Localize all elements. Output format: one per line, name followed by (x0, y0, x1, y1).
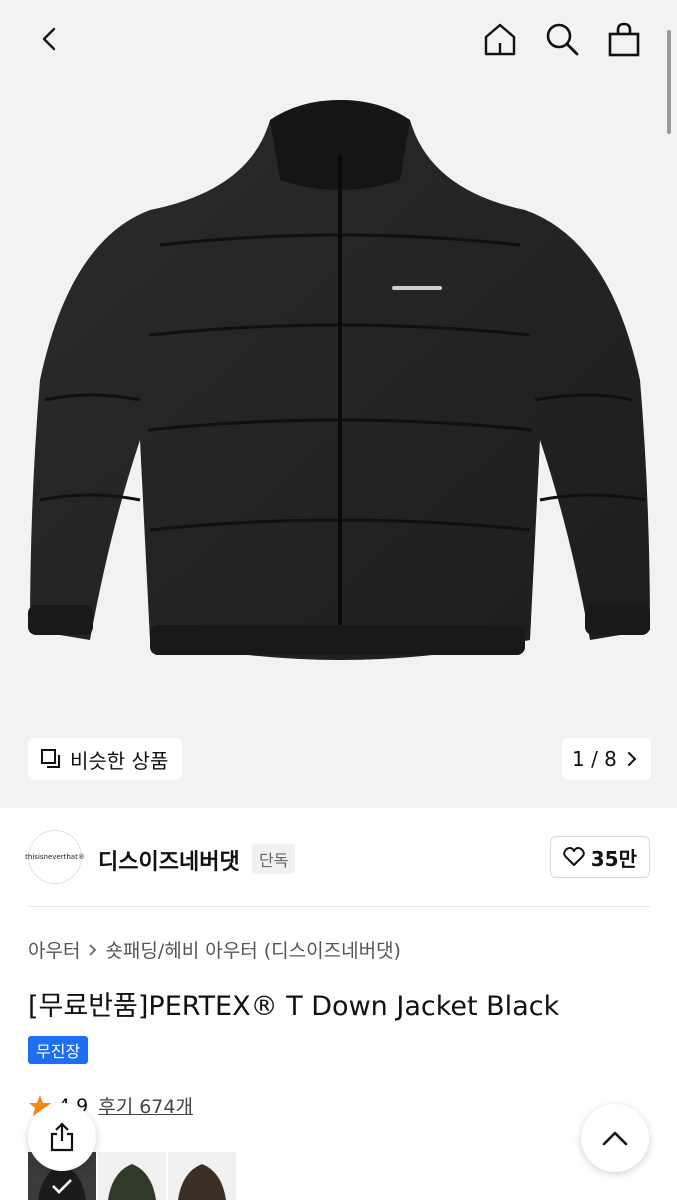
exclusive-tag: 단독 (252, 844, 296, 874)
product-image (28, 100, 650, 660)
brand-like-button[interactable]: 35만 (549, 836, 650, 878)
similar-products-button[interactable]: 비슷한 상품 (28, 738, 183, 780)
product-title: [무료반품]PERTEX® T Down Jacket Black (28, 991, 560, 1022)
breadcrumb-item-outer[interactable]: 아우터 (28, 936, 80, 963)
home-button[interactable] (476, 15, 524, 63)
brand-row: thisisneverthat® 디스이즈네버댓 단독 35만 (25, 828, 650, 886)
check-icon (52, 1179, 72, 1194)
image-pager-label: 1 / 8 (572, 747, 617, 771)
product-image-gallery[interactable]: 비슷한 상품 1 / 8 (0, 0, 677, 808)
jacket-thumbnail-brown (178, 1164, 226, 1200)
chevron-left-icon (42, 27, 56, 51)
musinsa-badge: 무진장 (28, 1036, 89, 1064)
color-option-khaki[interactable] (98, 1152, 166, 1200)
brand-logo-text: thisisneverthat® (25, 853, 85, 861)
brand-logo[interactable]: thisisneverthat® (25, 830, 85, 884)
scroll-to-top-button[interactable] (581, 1104, 649, 1172)
home-icon (484, 23, 516, 56)
divider (28, 906, 650, 907)
chevron-up-icon (602, 1131, 628, 1146)
shopping-bag-icon (608, 22, 640, 57)
breadcrumb: 아우터 숏패딩/헤비 아우터 (디스이즈네버댓) (28, 936, 401, 963)
top-navigation-bar (0, 0, 677, 80)
review-count-link[interactable]: 후기 674개 (98, 1092, 193, 1119)
similar-items-icon (40, 748, 62, 770)
scrollbar[interactable] (667, 30, 671, 134)
jacket-thumbnail-khaki (108, 1164, 156, 1200)
back-button[interactable] (26, 15, 74, 63)
heart-icon (562, 847, 585, 867)
share-icon (50, 1122, 74, 1152)
like-count: 35만 (590, 846, 637, 871)
chevron-right-icon (88, 943, 97, 957)
search-icon (546, 23, 579, 56)
cart-button[interactable] (600, 15, 648, 63)
search-button[interactable] (538, 15, 586, 63)
breadcrumb-item-category[interactable]: 숏패딩/헤비 아우터 (디스이즈네버댓) (105, 936, 401, 963)
chevron-right-icon (627, 751, 637, 767)
image-pager-button[interactable]: 1 / 8 (562, 738, 651, 780)
color-option-brown[interactable] (168, 1152, 236, 1200)
similar-products-label: 비슷한 상품 (70, 748, 169, 773)
share-button[interactable] (28, 1103, 96, 1171)
brand-name[interactable]: 디스이즈네버댓 (98, 844, 240, 876)
